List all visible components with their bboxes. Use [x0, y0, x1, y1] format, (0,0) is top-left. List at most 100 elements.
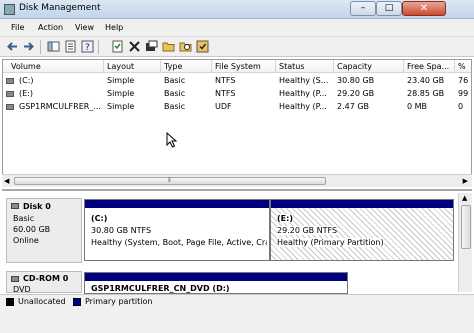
partition-c-title: (C:)	[91, 214, 108, 223]
cell-percent-free: 0	[458, 102, 464, 111]
scroll-grip-icon: ⦀	[168, 177, 171, 184]
scroll-right-icon[interactable]: ▶	[463, 177, 468, 185]
close-button[interactable]: ✕	[402, 1, 446, 16]
cell-status: Healthy (S...	[279, 76, 329, 85]
cell-volume: GSP1RMCULFRER_...	[19, 102, 101, 111]
settings-icon[interactable]	[196, 40, 209, 53]
cell-capacity: 30.80 GB	[337, 76, 375, 85]
open-folder-icon[interactable]	[162, 40, 175, 53]
drive-icon	[6, 78, 14, 84]
status-bar	[0, 308, 474, 333]
column-volume[interactable]: Volume	[11, 62, 41, 71]
svg-text:?: ?	[85, 43, 90, 53]
cell-free-space: 23.40 GB	[407, 76, 445, 85]
cell-file-system: NTFS	[215, 89, 236, 98]
cdrom-0-type: DVD	[13, 285, 31, 294]
disk-0-type: Basic	[13, 214, 35, 223]
disk-map-pane: Disk 0 Basic 60.00 GB Online (C:) 30.80 …	[2, 189, 472, 294]
cdrom-0-label[interactable]: CD-ROM 0 DVD	[6, 271, 82, 294]
horizontal-scrollbar[interactable]: ◀ ⦀ ▶	[2, 174, 472, 187]
column-percent-free[interactable]: %	[458, 62, 466, 71]
title-bar: Disk Management – □ ✕	[0, 0, 474, 19]
primary-partition-swatch	[73, 298, 81, 306]
search-icon[interactable]	[179, 40, 192, 53]
unallocated-swatch	[6, 298, 14, 306]
table-row[interactable]: (E:) Simple Basic NTFS Healthy (P... 29.…	[3, 88, 471, 101]
export-icon[interactable]	[145, 40, 158, 53]
cell-percent-free: 99	[458, 89, 469, 98]
back-icon[interactable]	[6, 40, 19, 53]
partition-bar	[85, 200, 269, 208]
toolbar-separator	[40, 40, 41, 54]
menu-help[interactable]: Help	[105, 23, 123, 32]
scroll-left-icon[interactable]: ◀	[4, 177, 9, 185]
menu-file[interactable]: File	[11, 23, 24, 32]
forward-icon[interactable]	[22, 40, 35, 53]
column-capacity[interactable]: Capacity	[337, 62, 372, 71]
disk-0-name: Disk 0	[23, 202, 51, 211]
partition-c-size: 30.80 GB NTFS	[91, 226, 152, 235]
volume-list: Volume Layout Type File System Status Ca…	[2, 59, 472, 187]
toolbar: ?	[0, 37, 474, 57]
partition-bar	[85, 273, 347, 281]
disk-0-label[interactable]: Disk 0 Basic 60.00 GB Online	[6, 198, 82, 263]
partition-e-size: 29.20 GB NTFS	[277, 226, 338, 235]
refresh-icon[interactable]	[111, 40, 124, 53]
column-divider[interactable]	[211, 60, 212, 73]
column-divider[interactable]	[403, 60, 404, 73]
legend-primary-partition: Primary partition	[85, 297, 153, 306]
disk-0-size: 60.00 GB	[13, 225, 51, 234]
drive-icon	[6, 104, 14, 110]
column-free-space[interactable]: Free Spa...	[407, 62, 449, 71]
delete-icon[interactable]	[128, 40, 141, 53]
column-divider[interactable]	[160, 60, 161, 73]
partition-d-title: GSP1RMCULFRER_CN_DVD (D:)	[91, 284, 230, 293]
column-status[interactable]: Status	[279, 62, 305, 71]
table-row[interactable]: GSP1RMCULFRER_... Simple Basic UDF Healt…	[3, 101, 471, 114]
cell-volume: (C:)	[19, 76, 34, 85]
partition-d[interactable]: GSP1RMCULFRER_CN_DVD (D:)	[84, 272, 348, 294]
cell-type: Basic	[164, 102, 186, 111]
column-layout[interactable]: Layout	[107, 62, 134, 71]
menu-bar: File Action View Help	[0, 19, 474, 37]
maximize-button[interactable]: □	[376, 1, 402, 16]
table-row[interactable]: (C:) Simple Basic NTFS Healthy (S... 30.…	[3, 75, 471, 88]
disk-0-state: Online	[13, 236, 39, 245]
cell-layout: Simple	[107, 89, 135, 98]
legend-unallocated: Unallocated	[18, 297, 66, 306]
cell-status: Healthy (P...	[279, 102, 327, 111]
partition-e[interactable]: (E:) 29.20 GB NTFS Healthy (Primary Part…	[270, 199, 454, 261]
disk-management-icon	[4, 4, 15, 15]
column-divider[interactable]	[333, 60, 334, 73]
volume-list-header: Volume Layout Type File System Status Ca…	[3, 60, 471, 73]
partition-c-status: Healthy (System, Boot, Page File, Active…	[91, 238, 267, 247]
cdrom-icon	[11, 276, 19, 282]
cell-percent-free: 76	[458, 76, 469, 85]
help-icon[interactable]: ?	[81, 40, 94, 53]
cell-type: Basic	[164, 89, 186, 98]
column-divider[interactable]	[275, 60, 276, 73]
column-divider[interactable]	[454, 60, 455, 73]
menu-view[interactable]: View	[75, 23, 94, 32]
mouse-cursor-icon	[166, 131, 178, 148]
cell-free-space: 0 MB	[407, 102, 428, 111]
cdrom-0-name: CD-ROM 0	[23, 274, 69, 283]
cell-capacity: 29.20 GB	[337, 89, 375, 98]
scroll-up-icon[interactable]: ▲	[462, 194, 467, 202]
cell-free-space: 28.85 GB	[407, 89, 445, 98]
scrollbar-thumb[interactable]	[461, 205, 471, 249]
vertical-scrollbar[interactable]: ▲	[458, 193, 472, 292]
partition-c[interactable]: (C:) 30.80 GB NTFS Healthy (System, Boot…	[84, 199, 270, 261]
menu-action[interactable]: Action	[38, 23, 63, 32]
properties-icon[interactable]	[64, 40, 77, 53]
column-file-system[interactable]: File System	[215, 62, 261, 71]
column-divider[interactable]	[103, 60, 104, 73]
minimize-button[interactable]: –	[350, 1, 376, 16]
cell-layout: Simple	[107, 102, 135, 111]
cell-file-system: UDF	[215, 102, 232, 111]
column-type[interactable]: Type	[164, 62, 182, 71]
cell-status: Healthy (P...	[279, 89, 327, 98]
cell-capacity: 2.47 GB	[337, 102, 370, 111]
cell-file-system: NTFS	[215, 76, 236, 85]
console-tree-icon[interactable]	[47, 40, 60, 53]
